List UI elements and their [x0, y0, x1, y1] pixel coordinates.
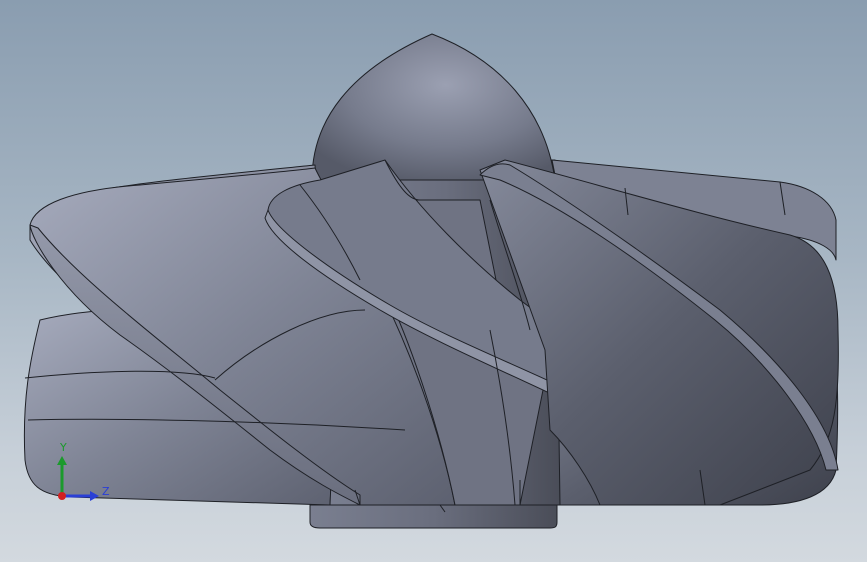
- nose-cone: [311, 33, 556, 181]
- impeller-model[interactable]: [0, 0, 867, 562]
- graphics-viewport[interactable]: Y Z: [0, 0, 867, 562]
- hub-base: [309, 504, 558, 529]
- triad-z-label: Z: [102, 485, 110, 498]
- coordinate-triad: Y Z: [40, 438, 120, 508]
- triad-y-label: Y: [60, 441, 67, 454]
